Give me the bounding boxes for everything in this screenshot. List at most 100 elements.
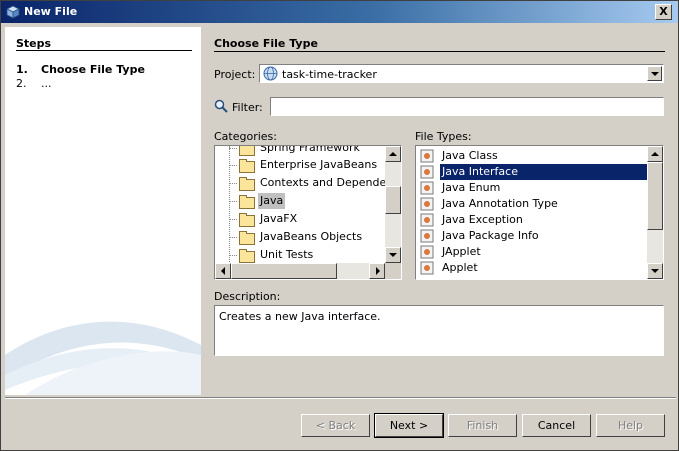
list-item-label: Java Package Info: [442, 229, 539, 242]
step-item-2: 2....: [16, 77, 52, 90]
list-item[interactable]: Java Enum: [418, 180, 647, 196]
categories-vertical-scrollbar[interactable]: [385, 146, 401, 263]
tree-connector: [229, 201, 237, 202]
categories-horizontal-scrollbar[interactable]: [215, 263, 385, 279]
scroll-up-button[interactable]: [647, 146, 663, 162]
title-divider: [214, 51, 665, 52]
cancel-button[interactable]: Cancel: [522, 414, 591, 437]
list-item-label: Java Class: [442, 149, 498, 162]
folder-icon: [239, 213, 255, 227]
tree-item-label: Enterprise JavaBeans: [260, 158, 378, 171]
project-label: Project:: [214, 68, 256, 81]
folder-icon: [239, 146, 255, 156]
list-item-label: Java Exception: [442, 213, 523, 226]
tree-connector: [229, 219, 237, 220]
folder-icon: [239, 159, 255, 173]
step-label: ...: [41, 77, 52, 90]
scroll-down-button[interactable]: [385, 247, 401, 263]
list-item[interactable]: Applet: [418, 260, 647, 276]
list-item[interactable]: Java Annotation Type: [418, 196, 647, 212]
new-file-dialog: New File X Steps 1. Choose File Type 2...…: [0, 0, 679, 451]
steps-panel: Steps 1. Choose File Type 2....: [5, 27, 201, 395]
search-icon: [214, 99, 228, 113]
scroll-thumb[interactable]: [647, 162, 663, 230]
folder-icon: [239, 195, 255, 209]
description-text: Creates a new Java interface.: [214, 305, 664, 356]
scroll-thumb[interactable]: [385, 186, 401, 214]
step-number: 1.: [16, 63, 28, 76]
chevron-right-icon: [376, 267, 380, 275]
folder-icon: [239, 177, 255, 191]
file-types-list[interactable]: Java Class Java Interface Java Enum Java…: [415, 145, 664, 280]
tree-item-label: Unit Tests: [260, 248, 314, 261]
chevron-up-icon: [651, 152, 659, 156]
tree-connector: [229, 148, 237, 149]
help-button[interactable]: Help: [596, 414, 665, 437]
project-dropdown[interactable]: task-time-tracker: [259, 64, 664, 83]
steps-title: Steps: [16, 37, 52, 50]
close-button[interactable]: X: [655, 4, 672, 20]
step-item-1: 1. Choose File Type: [16, 63, 145, 76]
tree-connector: [229, 183, 237, 184]
java-file-icon: [420, 165, 434, 179]
scroll-down-button[interactable]: [647, 263, 663, 279]
file-types-vertical-scrollbar[interactable]: [647, 146, 663, 279]
list-item[interactable]: Java Class: [418, 148, 647, 164]
steps-divider: [16, 50, 192, 51]
project-globe-icon: [263, 66, 278, 81]
scroll-up-button[interactable]: [385, 146, 401, 162]
step-label: Choose File Type: [41, 63, 145, 76]
dropdown-arrow-button[interactable]: [647, 66, 662, 81]
tree-item-label: Spring Framework: [260, 145, 360, 154]
java-file-icon: [420, 261, 434, 275]
categories-label: Categories:: [214, 130, 277, 143]
list-item[interactable]: Java Exception: [418, 212, 647, 228]
project-value: task-time-tracker: [282, 68, 377, 81]
java-file-icon: [420, 229, 434, 243]
scrollbar-corner: [385, 263, 401, 279]
java-file-icon: [420, 149, 434, 163]
close-icon: X: [659, 5, 668, 18]
tree-item-label: JavaFX: [260, 212, 298, 225]
tree-connector: [229, 237, 237, 238]
java-file-icon: [420, 197, 434, 211]
tree-item-label: Contexts and Dependency: [260, 176, 402, 189]
chevron-down-icon: [389, 253, 397, 257]
page-title: Choose File Type: [214, 37, 318, 50]
next-button[interactable]: Next >: [374, 413, 444, 438]
window-title: New File: [24, 5, 78, 18]
tree-guide-line: [229, 146, 230, 262]
chevron-left-icon: [221, 267, 225, 275]
scroll-left-button[interactable]: [215, 263, 231, 279]
title-bar[interactable]: New File X: [1, 1, 678, 23]
list-item[interactable]: JApplet: [418, 244, 647, 260]
step-number: 2.: [16, 77, 27, 90]
tree-connector: [229, 255, 237, 256]
list-item-label: Java Annotation Type: [442, 197, 558, 210]
list-item-label: Applet: [442, 261, 478, 274]
folder-icon: [239, 231, 255, 245]
list-item-selected[interactable]: Java Interface: [418, 164, 649, 180]
tree-connector: [229, 165, 237, 166]
java-file-icon: [420, 245, 434, 259]
java-file-icon: [420, 181, 434, 195]
list-item-label: Java Interface: [440, 164, 649, 180]
list-item-label: Java Enum: [442, 181, 501, 194]
folder-icon: [239, 249, 255, 263]
tree-item-label: Java: [258, 193, 286, 209]
list-item-label: JApplet: [442, 245, 481, 258]
description-label: Description:: [214, 290, 281, 303]
scroll-right-button[interactable]: [369, 263, 385, 279]
java-file-icon: [420, 213, 434, 227]
scroll-thumb[interactable]: [231, 263, 337, 279]
list-item[interactable]: Java Package Info: [418, 228, 647, 244]
finish-button[interactable]: Finish: [448, 414, 517, 437]
decorative-swoosh: [5, 321, 201, 395]
filter-input[interactable]: [270, 97, 664, 116]
back-button[interactable]: < Back: [301, 414, 370, 437]
cube-icon: [6, 5, 20, 19]
chevron-down-icon: [651, 72, 659, 76]
tree-item-label: JavaBeans Objects: [260, 230, 363, 243]
chevron-up-icon: [389, 152, 397, 156]
categories-tree[interactable]: Spring Framework Enterprise JavaBeans Co…: [214, 145, 402, 280]
